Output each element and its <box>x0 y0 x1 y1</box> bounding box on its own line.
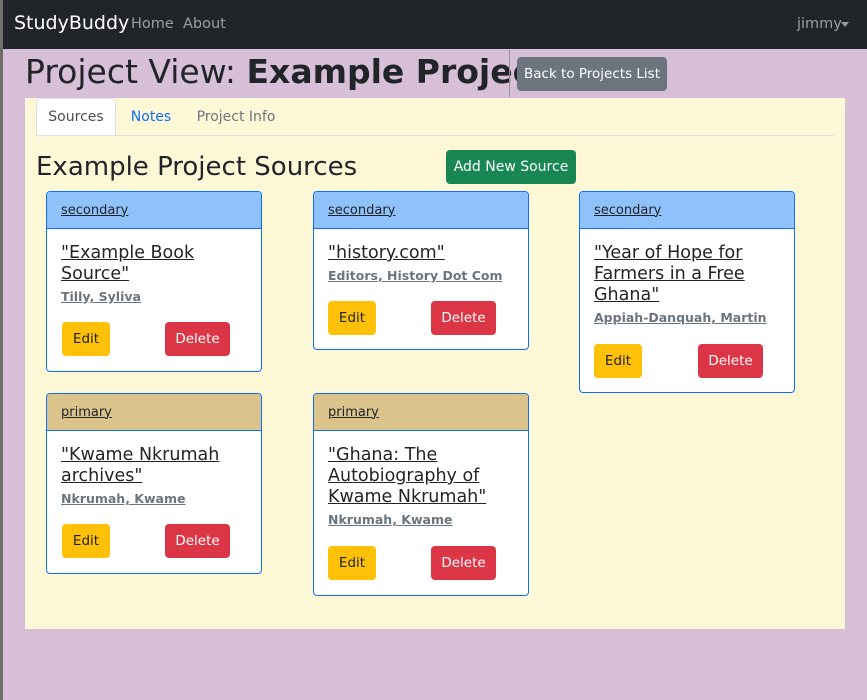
source-card: primary "Ghana: The Autobiography of Kwa… <box>313 393 529 596</box>
add-new-source-button[interactable]: Add New Source <box>446 150 576 184</box>
page-title-prefix: Project View: <box>25 52 247 91</box>
tab-sources[interactable]: Sources <box>36 98 116 136</box>
nav-home-link[interactable]: Home <box>131 16 174 32</box>
back-to-projects-button[interactable]: Back to Projects List <box>517 57 667 91</box>
source-author-link[interactable]: Appiah-Danquah, Martin <box>594 309 780 326</box>
source-author-link[interactable]: Tilly, Syliva <box>61 288 247 305</box>
brand-link[interactable]: StudyBuddy <box>14 12 129 34</box>
delete-button[interactable]: Delete <box>431 546 496 580</box>
page-title-project: Example Project <box>246 52 548 91</box>
page-title: Project View: Example Project <box>25 52 548 92</box>
edit-button[interactable]: Edit <box>62 322 110 356</box>
top-navbar: StudyBuddy Home About jimmy <box>3 0 867 49</box>
caret-down-icon[interactable] <box>841 22 849 27</box>
user-menu-toggle[interactable]: jimmy <box>797 16 842 32</box>
source-type-label[interactable]: secondary <box>580 192 794 229</box>
source-author-link[interactable]: Nkrumah, Kwame <box>61 490 247 507</box>
project-panel: Sources Notes Project Info Example Proje… <box>25 98 845 629</box>
edit-button[interactable]: Edit <box>328 546 376 580</box>
source-card: secondary "Year of Hope for Farmers in a… <box>579 191 795 393</box>
card-body: "Ghana: The Autobiography of Kwame Nkrum… <box>314 431 528 528</box>
delete-button[interactable]: Delete <box>431 301 496 335</box>
source-type-label[interactable]: secondary <box>314 192 528 229</box>
source-type-label[interactable]: secondary <box>47 192 261 229</box>
edit-button[interactable]: Edit <box>594 344 642 378</box>
source-type-label[interactable]: primary <box>47 394 261 431</box>
card-body: "Kwame Nkrumah archives" Nkrumah, Kwame <box>47 431 261 507</box>
source-card: secondary "history.com" Editors, History… <box>313 191 529 350</box>
delete-button[interactable]: Delete <box>165 322 230 356</box>
card-body: "history.com" Editors, History Dot Com <box>314 229 528 284</box>
source-title-link[interactable]: "Example Book Source" <box>61 243 247 285</box>
card-body: "Example Book Source" Tilly, Syliva <box>47 229 261 305</box>
edit-button[interactable]: Edit <box>62 524 110 558</box>
edit-button[interactable]: Edit <box>328 301 376 335</box>
source-author-link[interactable]: Nkrumah, Kwame <box>328 511 514 528</box>
source-author-link[interactable]: Editors, History Dot Com <box>328 267 514 284</box>
source-card: secondary "Example Book Source" Tilly, S… <box>46 191 262 372</box>
window-edge <box>0 0 3 700</box>
tab-project-info[interactable]: Project Info <box>191 98 281 135</box>
source-title-link[interactable]: "Ghana: The Autobiography of Kwame Nkrum… <box>328 445 514 508</box>
delete-button[interactable]: Delete <box>165 524 230 558</box>
title-divider <box>509 50 510 97</box>
sources-heading: Example Project Sources <box>36 152 358 182</box>
nav-about-link[interactable]: About <box>183 16 226 32</box>
card-body: "Year of Hope for Farmers in a Free Ghan… <box>580 229 794 326</box>
source-title-link[interactable]: "history.com" <box>328 243 514 264</box>
source-title-link[interactable]: "Year of Hope for Farmers in a Free Ghan… <box>594 243 780 306</box>
tab-notes[interactable]: Notes <box>123 98 179 135</box>
delete-button[interactable]: Delete <box>698 344 763 378</box>
tabs-divider <box>36 135 834 136</box>
source-title-link[interactable]: "Kwame Nkrumah archives" <box>61 445 247 487</box>
source-card: primary "Kwame Nkrumah archives" Nkrumah… <box>46 393 262 574</box>
source-type-label[interactable]: primary <box>314 394 528 431</box>
